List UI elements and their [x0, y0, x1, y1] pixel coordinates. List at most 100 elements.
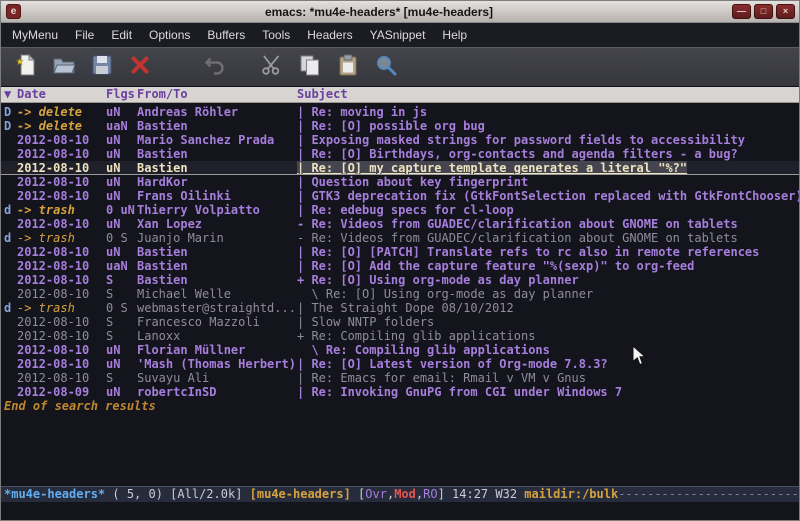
close-button[interactable]: × [776, 4, 795, 19]
message-subject-text: \ Re: [O] Using org-mode as day planner [297, 287, 593, 301]
message-row[interactable]: 2012-08-10uNBastien| Re: [O] my capture … [1, 161, 799, 175]
tool-bar [1, 47, 799, 87]
message-flags: uaN [106, 119, 137, 133]
message-flags: uaN [106, 259, 137, 273]
message-flags: uN [106, 133, 137, 147]
menu-item-edit[interactable]: Edit [104, 25, 139, 45]
message-flags: uN [106, 245, 137, 259]
new-file-icon [14, 53, 38, 81]
message-from: Juanjo Marin [137, 231, 297, 245]
message-subject-text: | Re: [O] Latest version of Org-mode 7.8… [297, 357, 608, 371]
message-mark [1, 385, 17, 399]
cut-button[interactable] [259, 53, 285, 81]
sort-direction-icon[interactable]: ▼ [1, 87, 17, 102]
message-subject: | The Straight Dope 08/10/2012 [297, 301, 799, 315]
message-flags: uN [106, 217, 137, 231]
message-subject-text: | Slow NNTP folders [297, 315, 434, 329]
message-row[interactable]: 2012-08-10uaNBastien| Re: [O] Add the ca… [1, 259, 799, 273]
paste-button[interactable] [335, 53, 361, 81]
message-row[interactable]: D-> deleteuaNBastien| Re: [O] possible o… [1, 119, 799, 133]
menu-item-mymenu[interactable]: MyMenu [5, 25, 65, 45]
message-date: 2012-08-10 [17, 273, 106, 287]
open-file-button[interactable] [51, 53, 77, 81]
message-from: 'Mash (Thomas Herbert) [137, 357, 297, 371]
new-file-button[interactable] [13, 53, 39, 81]
message-date: 2012-08-10 [17, 217, 106, 231]
message-row[interactable]: 2012-08-10uNHardKor| Question about key … [1, 175, 799, 189]
column-header-from[interactable]: From/To [137, 87, 297, 102]
message-row[interactable]: 2012-08-10uNBastien| Re: [O] Birthdays, … [1, 147, 799, 161]
mode-line-segment: Ovr [365, 487, 387, 502]
message-row[interactable]: d-> trash0 Swebmaster@straightd...| The … [1, 301, 799, 315]
message-from: Mario Sanchez Prada [137, 133, 297, 147]
save-buffer-icon [90, 53, 114, 81]
message-flags: uN [106, 147, 137, 161]
message-subject-text: | Exposing masked strings for password f… [297, 133, 745, 147]
message-row[interactable]: 2012-08-10uNBastien| Re: [O] [PATCH] Tra… [1, 245, 799, 259]
message-row[interactable]: 2012-08-10uNXan Lopez- Re: Videos from G… [1, 217, 799, 231]
message-subject-text: | Re: edebug specs for cl-loop [297, 203, 514, 217]
message-flags: uN [106, 385, 137, 399]
search-button[interactable] [373, 53, 399, 81]
message-row[interactable]: 2012-08-09uNrobertcInSD| Re: Invoking Gn… [1, 385, 799, 399]
message-row[interactable]: 2012-08-10uNFlorian Müllner \ Re: Compil… [1, 343, 799, 357]
mode-line[interactable]: *mu4e-headers* ( 5, 0) [All/2.0k] [mu4e-… [1, 486, 799, 502]
message-date: -> trash [17, 203, 106, 217]
message-row[interactable]: 2012-08-10SLanoxx+ Re: Compiling glib ap… [1, 329, 799, 343]
message-subject-text: | Re: [O] Add the capture feature "%(sex… [297, 259, 694, 273]
menu-item-buffers[interactable]: Buffers [200, 25, 252, 45]
menu-item-file[interactable]: File [68, 25, 101, 45]
maximize-button[interactable]: □ [754, 4, 773, 19]
message-row[interactable]: 2012-08-10uNFrans Oilinki| GTK3 deprecat… [1, 189, 799, 203]
message-subject: \ Re: [O] Using org-mode as day planner [297, 287, 799, 301]
undo-button[interactable] [202, 53, 228, 81]
window-menu-icon[interactable]: e [6, 4, 21, 19]
message-mark [1, 315, 17, 329]
menu-item-help[interactable]: Help [435, 25, 474, 45]
message-row[interactable]: 2012-08-10SMichael Welle \ Re: [O] Using… [1, 287, 799, 301]
message-mark [1, 245, 17, 259]
message-subject: + Re: [O] Using org-mode as day planner [297, 273, 799, 287]
message-from: Bastien [137, 273, 297, 287]
menu-item-tools[interactable]: Tools [255, 25, 297, 45]
message-row[interactable]: d-> trash0 SJuanjo Marin- Re: Videos fro… [1, 231, 799, 245]
message-date: 2012-08-10 [17, 357, 106, 371]
message-subject-text: | Re: [O] Birthdays, org-contacts and ag… [297, 147, 738, 161]
save-buffer-button[interactable] [89, 53, 115, 81]
column-header-date[interactable]: Date [17, 87, 106, 102]
column-header-flags[interactable]: Flgs [106, 87, 137, 102]
message-row[interactable]: 2012-08-10SFrancesco Mazzoli| Slow NNTP … [1, 315, 799, 329]
kill-buffer-button[interactable] [127, 53, 153, 81]
message-mark [1, 329, 17, 343]
message-subject: | GTK3 deprecation fix (GtkFontSelection… [297, 189, 799, 203]
message-date: 2012-08-10 [17, 147, 106, 161]
message-subject: | Re: edebug specs for cl-loop [297, 203, 799, 217]
message-subject: | Re: [O] [PATCH] Translate refs to rc a… [297, 245, 799, 259]
message-mark [1, 133, 17, 147]
message-row[interactable]: 2012-08-10uN'Mash (Thomas Herbert)| Re: … [1, 357, 799, 371]
echo-area[interactable] [1, 502, 799, 520]
minimize-button[interactable]: — [732, 4, 751, 19]
menu-item-yasnippet[interactable]: YASnippet [363, 25, 433, 45]
message-date: -> delete [17, 105, 106, 119]
column-header-subject[interactable]: Subject [297, 87, 799, 102]
menu-item-options[interactable]: Options [142, 25, 197, 45]
message-row[interactable]: D-> deleteuNAndreas Röhler| Re: moving i… [1, 105, 799, 119]
mode-line-segment: Mod [394, 487, 416, 502]
message-subject: | Re: Invoking GnuPG from CGI under Wind… [297, 385, 799, 399]
message-mark [1, 273, 17, 287]
open-file-icon [52, 53, 76, 81]
message-row[interactable]: d-> trash0 uNThierry Volpiatto| Re: edeb… [1, 203, 799, 217]
message-from: HardKor [137, 175, 297, 189]
paste-icon [336, 53, 360, 81]
menu-item-headers[interactable]: Headers [300, 25, 359, 45]
message-date: 2012-08-10 [17, 371, 106, 385]
copy-button[interactable] [297, 53, 323, 81]
copy-icon [298, 53, 322, 81]
message-flags: S [106, 329, 137, 343]
message-row[interactable]: 2012-08-10SBastien+ Re: [O] Using org-mo… [1, 273, 799, 287]
message-mark [1, 357, 17, 371]
message-row[interactable]: 2012-08-10uNMario Sanchez Prada| Exposin… [1, 133, 799, 147]
message-row[interactable]: 2012-08-10SSuvayu Ali| Re: Emacs for ema… [1, 371, 799, 385]
message-subject: | Exposing masked strings for password f… [297, 133, 799, 147]
